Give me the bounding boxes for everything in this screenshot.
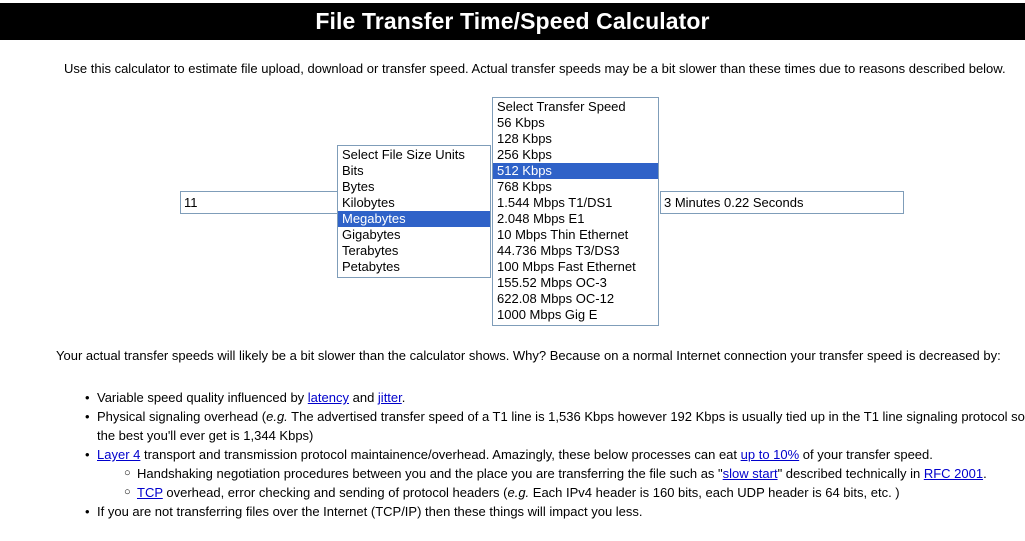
- inline-text: If you are not transferring files over t…: [97, 504, 643, 519]
- bullet-marker-icon: •: [85, 447, 90, 462]
- inline-text: " described technically in: [777, 466, 924, 481]
- transfer-speed-option[interactable]: 2.048 Mbps E1: [493, 211, 658, 227]
- transfer-speed-option[interactable]: 155.52 Mbps OC-3: [493, 275, 658, 291]
- transfer-speed-option[interactable]: 10 Mbps Thin Ethernet: [493, 227, 658, 243]
- inline-text: Physical signaling overhead (: [97, 409, 267, 424]
- explanation-sub-bullet: ○ TCP overhead, error checking and sendin…: [0, 483, 1025, 502]
- explanation-bullet: • If you are not transferring files over …: [0, 502, 1025, 521]
- page-header-bar: File Transfer Time/Speed Calculator: [0, 3, 1025, 40]
- inline-link[interactable]: slow start: [723, 466, 778, 481]
- transfer-speed-listbox[interactable]: Select Transfer Speed 56 Kbps 128 Kbps 256 …: [492, 97, 659, 326]
- inline-text: and: [349, 390, 378, 405]
- transfer-speed-option[interactable]: 256 Kbps: [493, 147, 658, 163]
- transfer-speed-option[interactable]: 512 Kbps: [493, 163, 658, 179]
- transfer-speed-option[interactable]: 44.736 Mbps T3/DS3: [493, 243, 658, 259]
- inline-link[interactable]: Layer 4: [97, 447, 140, 462]
- transfer-speed-option[interactable]: 1000 Mbps Gig E: [493, 307, 658, 323]
- explanation-bullet: • Layer 4 transport and transmission prot…: [0, 445, 1025, 464]
- file-size-units-listbox[interactable]: Select File Size Units Bits Bytes Kilobytes…: [337, 145, 491, 278]
- inline-text: transport and transmission protocol main…: [140, 447, 741, 462]
- explanation-bullet: • Physical signaling overhead (e.g. The a…: [0, 407, 1025, 445]
- inline-text: e.g.: [507, 485, 530, 500]
- explanation-sub-bullet: ○ Handshaking negotiation procedures betw…: [0, 464, 1025, 483]
- bullet-text: Variable speed quality influenced by lat…: [97, 388, 1025, 407]
- file-size-units-option[interactable]: Bits: [338, 163, 490, 179]
- file-size-units-option[interactable]: Select File Size Units: [338, 147, 490, 163]
- inline-text: of your transfer speed.: [799, 447, 933, 462]
- inline-link[interactable]: latency: [308, 390, 349, 405]
- explanation-lead: Your actual transfer speeds will likely …: [56, 348, 1001, 363]
- explanation-bullet-list: • Variable speed quality influenced by la…: [0, 388, 1025, 521]
- transfer-speed-option[interactable]: Select Transfer Speed: [493, 99, 658, 115]
- inline-text: .: [983, 466, 987, 481]
- bullet-marker-icon: ○: [124, 467, 131, 479]
- inline-text: Handshaking negotiation procedures betwe…: [137, 466, 723, 481]
- bullet-text: Layer 4 transport and transmission proto…: [97, 445, 1025, 464]
- bullet-marker-icon: •: [85, 409, 90, 424]
- inline-link[interactable]: jitter: [378, 390, 402, 405]
- bullet-text: Physical signaling overhead (e.g. The ad…: [97, 407, 1025, 445]
- transfer-speed-option[interactable]: 100 Mbps Fast Ethernet: [493, 259, 658, 275]
- file-size-units-option[interactable]: Bytes: [338, 179, 490, 195]
- transfer-speed-option[interactable]: 768 Kbps: [493, 179, 658, 195]
- transfer-speed-option[interactable]: 128 Kbps: [493, 131, 658, 147]
- bullet-marker-icon: ○: [124, 486, 131, 498]
- inline-text: Variable speed quality influenced by: [97, 390, 308, 405]
- inline-text: .: [401, 390, 406, 405]
- bullet-marker-icon: •: [85, 390, 90, 405]
- inline-text: overhead, error checking and sending of …: [162, 485, 508, 500]
- inline-link[interactable]: TCP: [137, 485, 163, 500]
- transfer-speed-option[interactable]: 622.08 Mbps OC-12: [493, 291, 658, 307]
- file-size-units-option[interactable]: Gigabytes: [338, 227, 490, 243]
- inline-link[interactable]: RFC 2001: [924, 466, 983, 481]
- calculator-form: File Size Select File Size UnitsBitsByte…: [0, 90, 1025, 340]
- file-size-units-option[interactable]: Petabytes: [338, 259, 490, 275]
- resulting-time-output[interactable]: [660, 191, 904, 214]
- bullet-marker-icon: •: [85, 504, 90, 519]
- inline-link[interactable]: up to 10%: [741, 447, 800, 462]
- bullet-text: Handshaking negotiation procedures betwe…: [137, 464, 1025, 483]
- bullet-text: TCP overhead, error checking and sending…: [137, 483, 1025, 502]
- transfer-speed-option[interactable]: 56 Kbps: [493, 115, 658, 131]
- inline-text: Each IPv4 header is 160 bits, each UDP h…: [529, 485, 900, 500]
- file-size-units-option[interactable]: Megabytes: [338, 211, 490, 227]
- page-title: File Transfer Time/Speed Calculator: [315, 8, 710, 34]
- explanation-bullet: • Variable speed quality influenced by la…: [0, 388, 1025, 407]
- file-size-units-option[interactable]: Kilobytes: [338, 195, 490, 211]
- file-size-units-option[interactable]: Terabytes: [338, 243, 490, 259]
- transfer-speed-option[interactable]: 1.544 Mbps T1/DS1: [493, 195, 658, 211]
- bullet-text: If you are not transferring files over t…: [97, 502, 1025, 521]
- inline-text: e.g.: [266, 409, 288, 424]
- intro-description: Use this calculator to estimate file upl…: [64, 61, 1006, 76]
- file-size-input[interactable]: [180, 191, 341, 214]
